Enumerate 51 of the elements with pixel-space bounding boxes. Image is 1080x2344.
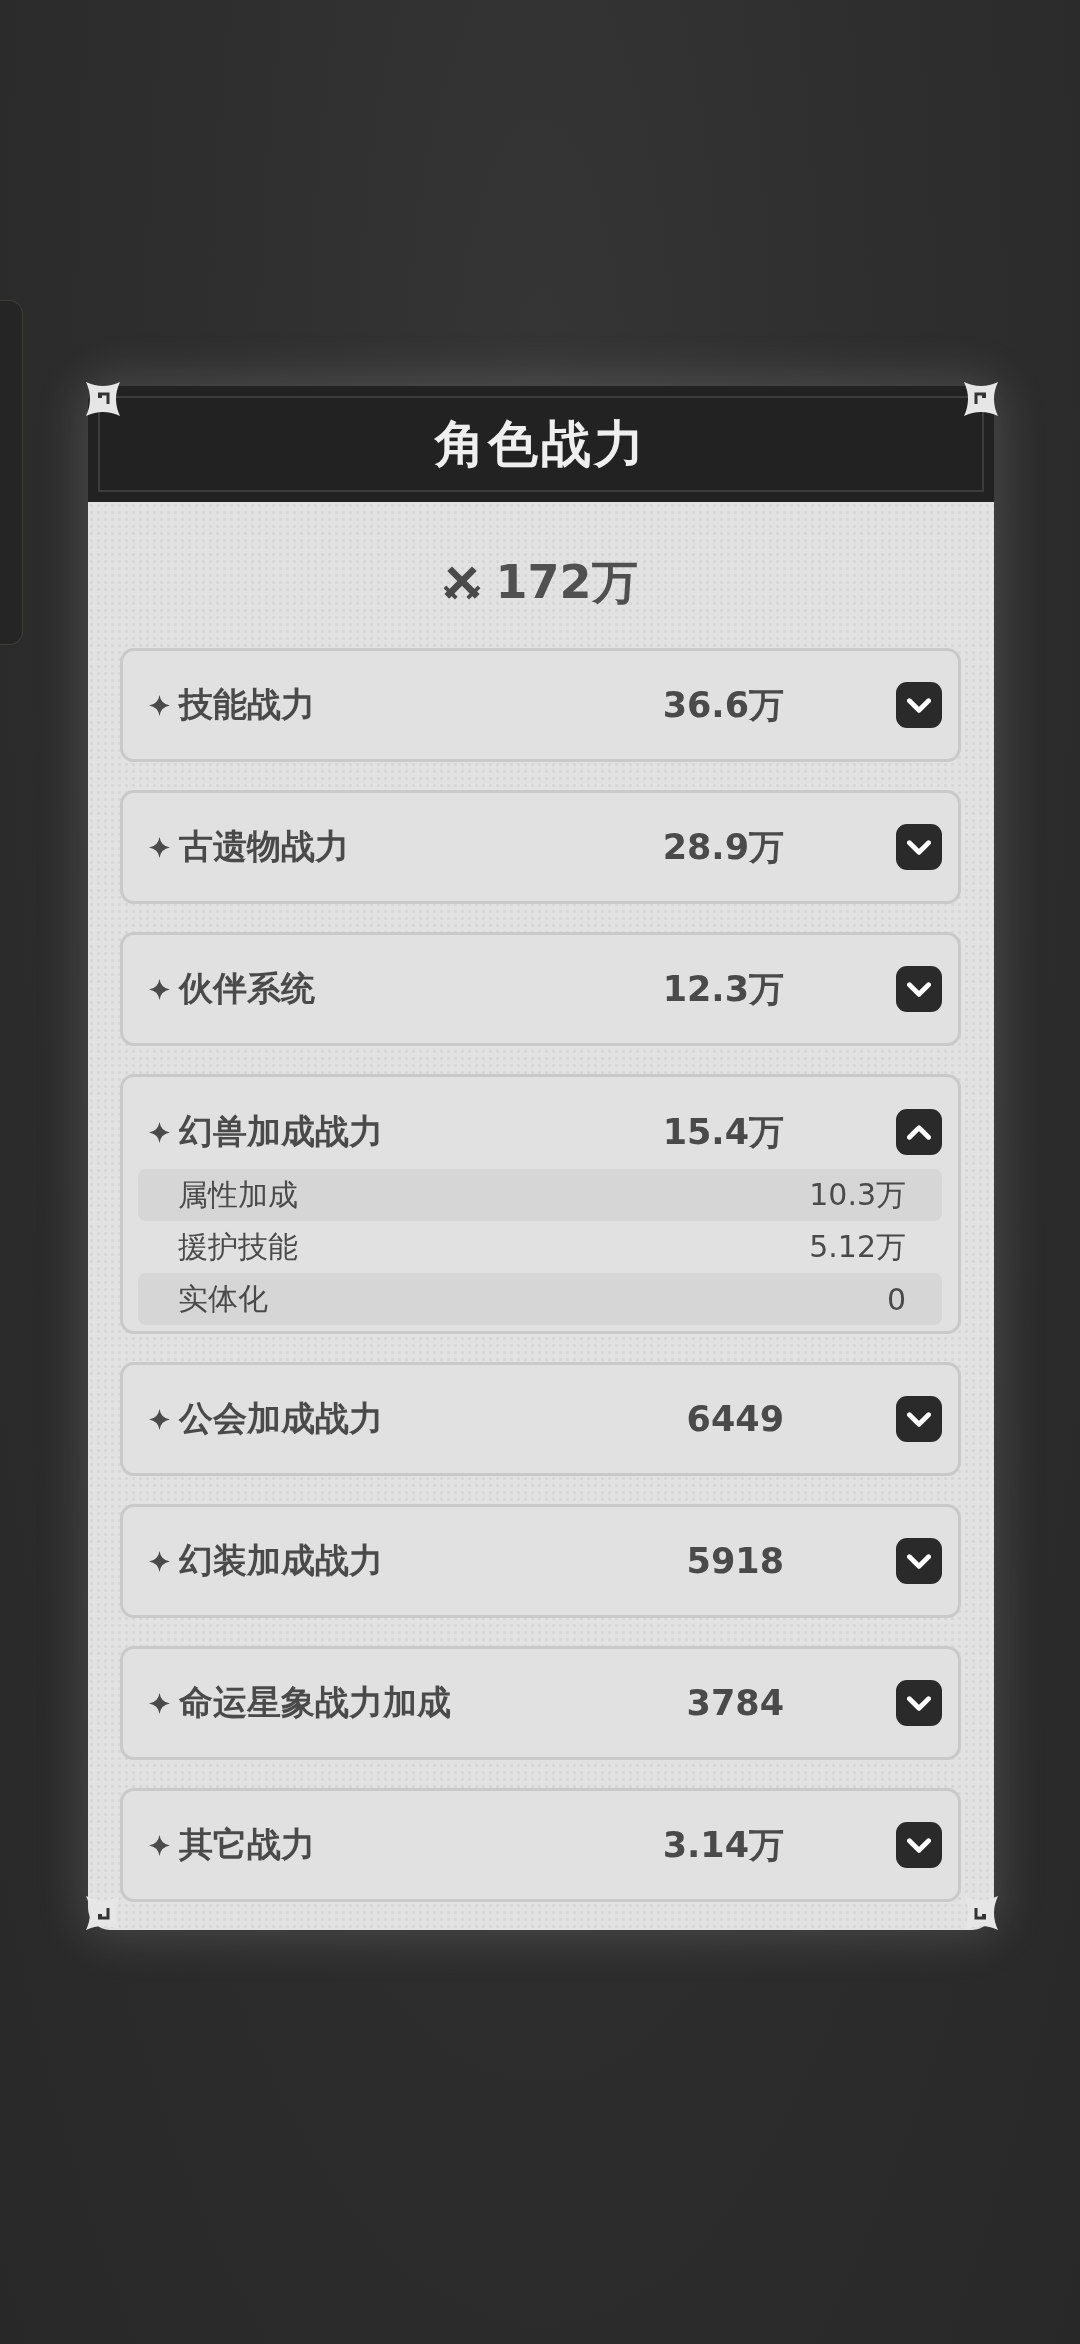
corner-ornament-icon bbox=[86, 382, 120, 416]
detail-label: 属性加成 bbox=[178, 1175, 298, 1214]
stat-value: 28.9万 bbox=[662, 825, 784, 869]
chevron-up-icon bbox=[907, 1124, 931, 1140]
expand-button[interactable] bbox=[896, 966, 942, 1012]
sparkle-icon bbox=[149, 836, 170, 858]
stat-label: 其它战力 bbox=[179, 1823, 316, 1866]
detail-value: 10.3万 bbox=[809, 1175, 906, 1214]
total-power-value: 172万 bbox=[495, 554, 638, 611]
detail-label: 援护技能 bbox=[178, 1227, 298, 1266]
expand-button[interactable] bbox=[896, 824, 942, 870]
chevron-down-icon bbox=[907, 1411, 931, 1427]
sparkle-icon bbox=[149, 1834, 170, 1856]
sparkle-icon bbox=[149, 1550, 170, 1572]
chevron-down-icon bbox=[907, 1695, 931, 1711]
stat-label: 公会加成战力 bbox=[179, 1397, 384, 1440]
stat-value: 3784 bbox=[686, 1683, 784, 1723]
expand-button[interactable] bbox=[896, 1396, 942, 1442]
stat-label: 幻装加成战力 bbox=[179, 1539, 384, 1582]
stat-value: 3.14万 bbox=[662, 1823, 784, 1867]
stat-value: 6449 bbox=[686, 1399, 784, 1439]
sparkle-icon bbox=[149, 1121, 170, 1143]
corner-ornament-icon bbox=[964, 382, 998, 416]
chevron-down-icon bbox=[907, 697, 931, 713]
chevron-down-icon bbox=[907, 839, 931, 855]
collapse-button[interactable] bbox=[896, 1109, 942, 1155]
stat-value: 15.4万 bbox=[662, 1110, 784, 1154]
detail-value: 0 bbox=[886, 1281, 906, 1317]
sparkle-icon bbox=[149, 1408, 170, 1430]
chevron-down-icon bbox=[907, 1837, 931, 1853]
stat-label: 伙伴系统 bbox=[179, 967, 316, 1010]
detail-value: 5.12万 bbox=[809, 1227, 906, 1266]
stat-label: 命运星象战力加成 bbox=[179, 1681, 452, 1724]
chevron-down-icon bbox=[907, 981, 931, 997]
detail-label: 实体化 bbox=[178, 1279, 268, 1318]
stat-label: 技能战力 bbox=[179, 683, 316, 726]
stat-value: 5918 bbox=[686, 1541, 784, 1581]
chevron-down-icon bbox=[907, 1553, 931, 1569]
sparkle-icon bbox=[149, 694, 170, 716]
stat-label: 古遗物战力 bbox=[179, 825, 350, 868]
stat-value: 36.6万 bbox=[662, 683, 784, 727]
expand-button[interactable] bbox=[896, 1822, 942, 1868]
stat-label: 幻兽加成战力 bbox=[179, 1110, 384, 1153]
expand-button[interactable] bbox=[896, 1680, 942, 1726]
sparkle-icon bbox=[149, 978, 170, 1000]
dialog-title: 角色战力 bbox=[435, 413, 647, 475]
crossed-swords-icon bbox=[443, 564, 482, 602]
expand-button[interactable] bbox=[896, 1538, 942, 1584]
expand-button[interactable] bbox=[896, 682, 942, 728]
stat-value: 12.3万 bbox=[662, 967, 784, 1011]
sparkle-icon bbox=[149, 1692, 170, 1714]
